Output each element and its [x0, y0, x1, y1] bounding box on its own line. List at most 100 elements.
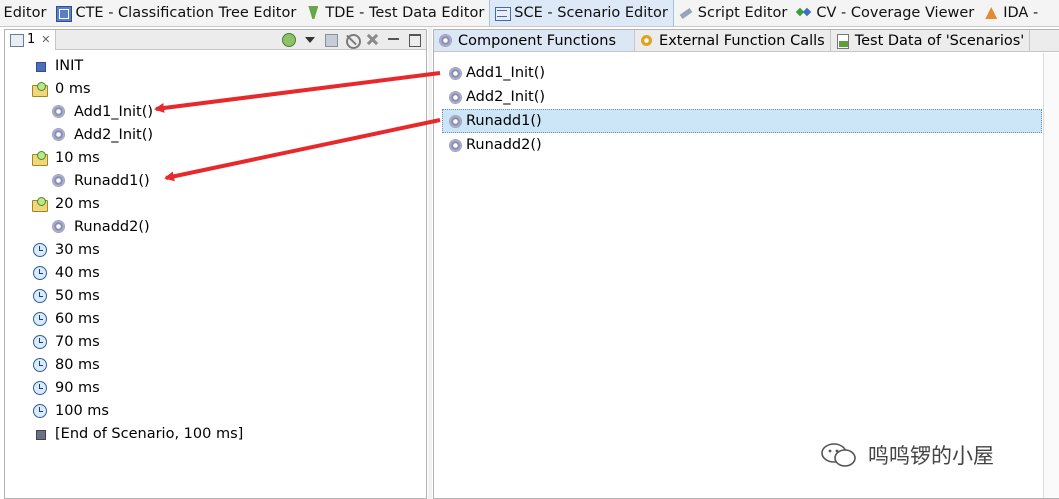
- gear-icon: [448, 138, 463, 153]
- perspective-tab-label: CTE - Classification Tree Editor: [75, 5, 297, 21]
- tab-label: Component Functions: [458, 32, 617, 49]
- time-folder-icon: [32, 81, 48, 97]
- tree-item-label: 40 ms: [55, 264, 100, 281]
- tree-item-label: Runadd2(): [74, 218, 150, 235]
- tree-item-label: 30 ms: [55, 241, 100, 258]
- clock-icon: [32, 242, 47, 257]
- view-toolbar: [281, 32, 422, 49]
- sce-icon: [494, 5, 512, 21]
- tree-item-time[interactable]: 80 ms: [5, 353, 426, 376]
- tree-item-end[interactable]: [End of Scenario, 100 ms]: [5, 422, 426, 445]
- chat-bubble-icon: [820, 441, 858, 469]
- right-view-tabs: Component Functions External Function Ca…: [434, 30, 1059, 52]
- cv-icon: [796, 5, 812, 21]
- tree-item-function[interactable]: Runadd1(): [5, 169, 426, 192]
- perspective-tab-sce[interactable]: SCE - Scenario Editor: [489, 0, 674, 26]
- scenario-view-tab-label: 1: [27, 32, 36, 47]
- tree-item-label: 50 ms: [55, 287, 100, 304]
- clock-icon: [32, 334, 47, 349]
- perspective-tab-ida[interactable]: IDA -: [979, 0, 1043, 26]
- tree-item-time[interactable]: 40 ms: [5, 261, 426, 284]
- function-label: Runadd1(): [466, 113, 542, 129]
- save-icon[interactable]: [323, 32, 338, 47]
- tab-external-function-calls[interactable]: External Function Calls: [635, 30, 831, 51]
- perspective-tab-label: SCE - Scenario Editor: [514, 5, 668, 21]
- script-icon: [678, 5, 694, 21]
- list-item-function-selected[interactable]: Runadd1(): [442, 109, 1042, 133]
- close-icon[interactable]: ✕: [41, 33, 50, 46]
- tde-icon: [305, 5, 321, 21]
- gear-icon: [448, 90, 463, 105]
- clock-icon: [32, 403, 47, 418]
- clock-icon: [32, 311, 47, 326]
- tree-item-function[interactable]: Add2_Init(): [5, 123, 426, 146]
- perspective-tab-cte[interactable]: CTE - Classification Tree Editor: [51, 0, 301, 26]
- scenario-view-tab[interactable]: 1 ✕: [5, 29, 56, 50]
- tree-item-time[interactable]: 70 ms: [5, 330, 426, 353]
- tree-item-time[interactable]: 30 ms: [5, 238, 426, 261]
- tab-component-functions[interactable]: Component Functions: [434, 30, 636, 51]
- ida-icon: [983, 5, 999, 21]
- list-item-function[interactable]: Add1_Init(): [442, 61, 1042, 85]
- perspective-tab-editor[interactable]: e Editor: [0, 0, 51, 26]
- function-label: Add1_Init(): [466, 65, 546, 81]
- view-icon: [9, 32, 24, 47]
- scenario-view-header: 1 ✕: [5, 29, 426, 50]
- minimize-icon[interactable]: [386, 32, 401, 47]
- tree-item-function[interactable]: Add1_Init(): [5, 100, 426, 123]
- tree-item-time[interactable]: 50 ms: [5, 284, 426, 307]
- scenario-tree-view: 1 ✕ INIT 0 ms Add1_Init() Add2_Init() 10…: [4, 29, 427, 499]
- perspective-tab-cv[interactable]: CV - Coverage Viewer: [792, 0, 979, 26]
- sash-divider[interactable]: [428, 27, 432, 499]
- function-label: Runadd2(): [466, 137, 542, 153]
- clock-icon: [32, 288, 47, 303]
- scenario-tree: INIT 0 ms Add1_Init() Add2_Init() 10 ms …: [5, 54, 426, 445]
- dropdown-arrow-icon[interactable]: [302, 32, 317, 47]
- gear-icon: [448, 66, 463, 81]
- clock-icon: [32, 380, 47, 395]
- vertical-scrollbar[interactable]: [1043, 53, 1059, 498]
- tree-item-init[interactable]: INIT: [5, 54, 426, 77]
- time-folder-icon: [32, 150, 48, 166]
- perspective-tab-tde[interactable]: TDE - Test Data Editor: [301, 0, 489, 26]
- list-item-function[interactable]: Add2_Init(): [442, 85, 1042, 109]
- tree-item-label: 100 ms: [55, 402, 109, 419]
- end-square-icon: [32, 426, 47, 441]
- perspective-tab-label: CV - Coverage Viewer: [816, 5, 975, 21]
- perspective-tab-label: TDE - Test Data Editor: [325, 5, 485, 21]
- tree-item-time[interactable]: 90 ms: [5, 376, 426, 399]
- function-list: Add1_Init() Add2_Init() Runadd1() Runadd…: [442, 61, 1042, 157]
- tree-item-label: 0 ms: [55, 80, 91, 97]
- tree-item-time[interactable]: 100 ms: [5, 399, 426, 422]
- tree-item-label: [End of Scenario, 100 ms]: [55, 425, 244, 442]
- time-folder-icon: [32, 196, 48, 212]
- tree-icon: [55, 5, 73, 22]
- add-step-icon[interactable]: [281, 32, 296, 47]
- link-disabled-icon[interactable]: [344, 32, 361, 49]
- tree-item-time[interactable]: 20 ms: [5, 192, 426, 215]
- delete-icon[interactable]: [365, 32, 380, 47]
- maximize-icon[interactable]: [407, 32, 422, 47]
- tree-item-time[interactable]: 10 ms: [5, 146, 426, 169]
- tree-item-label: 90 ms: [55, 379, 100, 396]
- perspective-tab-label: e Editor: [0, 5, 47, 21]
- tab-label: External Function Calls: [659, 32, 825, 49]
- tree-item-label: 80 ms: [55, 356, 100, 373]
- clock-icon: [32, 265, 47, 280]
- tree-item-label: Runadd1(): [74, 172, 150, 189]
- tree-item-function[interactable]: Runadd2(): [5, 215, 426, 238]
- gear-icon: [448, 114, 463, 129]
- component-functions-view: Component Functions External Function Ca…: [433, 29, 1059, 499]
- perspective-tab-script[interactable]: Script Editor: [674, 0, 793, 26]
- tree-item-time[interactable]: 60 ms: [5, 307, 426, 330]
- gear-icon: [438, 33, 453, 48]
- tree-item-label: 20 ms: [55, 195, 100, 212]
- tree-item-label: 10 ms: [55, 149, 100, 166]
- tree-item-label: 60 ms: [55, 310, 100, 327]
- tab-test-data-scenarios[interactable]: Test Data of 'Scenarios': [831, 30, 1031, 51]
- init-square-icon: [32, 58, 47, 73]
- testdata-icon: [835, 33, 850, 49]
- list-item-function[interactable]: Runadd2(): [442, 133, 1042, 157]
- tree-item-time[interactable]: 0 ms: [5, 77, 426, 100]
- perspective-tab-label: Script Editor: [697, 5, 788, 21]
